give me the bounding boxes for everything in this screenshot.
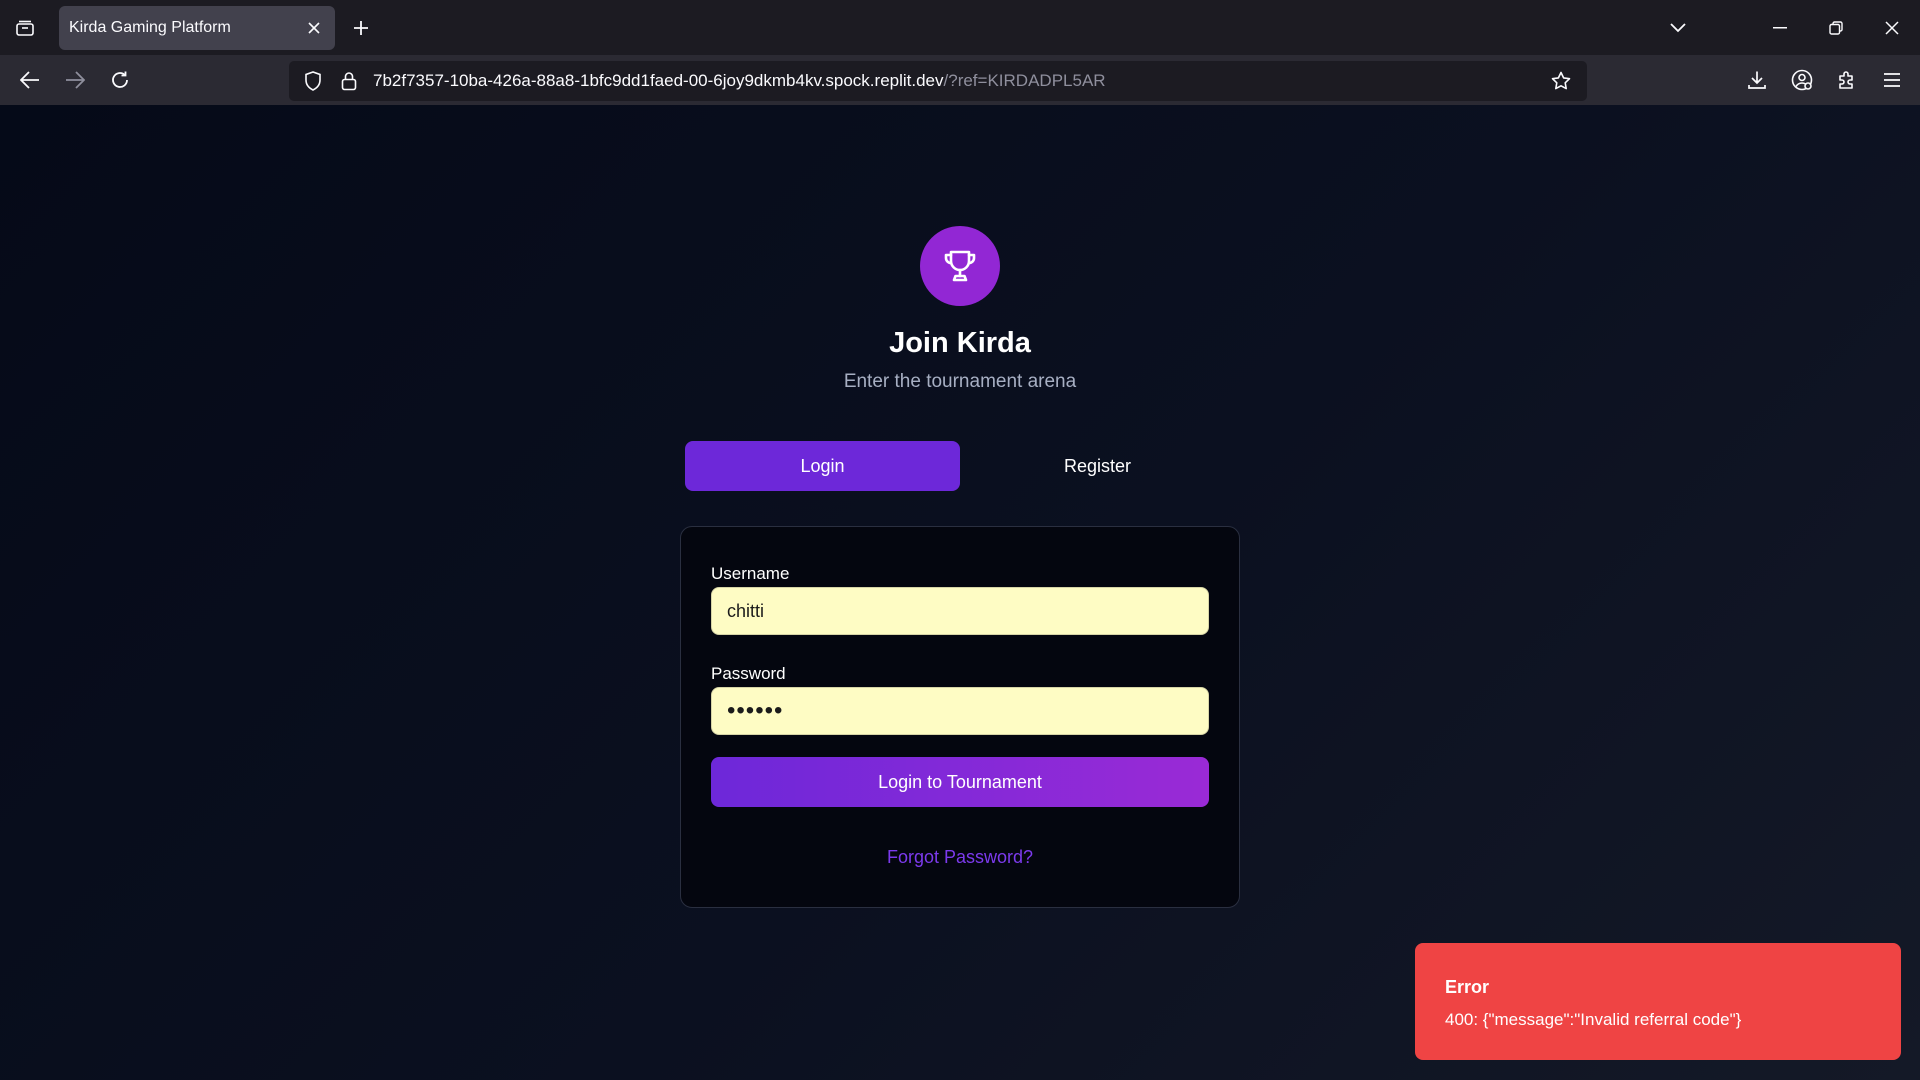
error-toast[interactable]: Error 400: {"message":"Invalid referral … xyxy=(1415,943,1901,1060)
toast-title: Error xyxy=(1445,977,1490,997)
reload-icon xyxy=(110,70,130,90)
url-text[interactable]: 7b2f7357-10ba-426a-88a8-1bfc9dd1faed-00-… xyxy=(373,71,1547,91)
back-button[interactable] xyxy=(11,61,49,99)
logo-badge xyxy=(920,226,1000,306)
arrow-left-icon xyxy=(20,71,40,89)
page-subtitle: Enter the tournament arena xyxy=(843,371,1077,392)
minimize-button[interactable] xyxy=(1752,0,1808,55)
tab-title: Kirda Gaming Platform xyxy=(69,19,231,36)
tab-close-button[interactable] xyxy=(303,17,325,39)
puzzle-icon xyxy=(1837,70,1857,90)
username-input[interactable] xyxy=(711,587,1209,635)
password-input[interactable] xyxy=(711,687,1209,735)
bookmark-button[interactable] xyxy=(1547,67,1575,95)
auth-tabs: Login Register xyxy=(685,441,1235,491)
close-window-button[interactable] xyxy=(1864,0,1920,55)
tab-register[interactable]: Register xyxy=(960,441,1235,491)
browser-nav-bar: 7b2f7357-10ba-426a-88a8-1bfc9dd1faed-00-… xyxy=(0,55,1920,105)
username-label: Username xyxy=(711,564,790,583)
restore-button[interactable] xyxy=(1808,0,1864,55)
toast-message: 400: {"message":"Invalid referral code"} xyxy=(1445,1010,1742,1029)
extensions-button[interactable] xyxy=(1824,55,1869,105)
close-icon xyxy=(308,22,320,34)
lock-icon[interactable] xyxy=(337,69,361,93)
reload-button[interactable] xyxy=(101,61,139,99)
trophy-icon xyxy=(941,247,979,285)
account-button[interactable] xyxy=(1779,55,1824,105)
browser-tab-active[interactable]: Kirda Gaming Platform xyxy=(59,6,335,50)
star-icon xyxy=(1551,71,1571,91)
arrow-right-icon xyxy=(65,71,85,89)
password-label: Password xyxy=(711,664,786,683)
page-content: Join Kirda Enter the tournament arena Lo… xyxy=(0,105,1920,1080)
tab-list-button[interactable] xyxy=(8,12,42,44)
account-icon xyxy=(1791,69,1813,91)
restore-icon xyxy=(1829,20,1843,35)
tab-list-icon xyxy=(15,18,35,38)
downloads-button[interactable] xyxy=(1734,55,1779,105)
download-icon xyxy=(1747,70,1767,90)
browser-tab-bar: Kirda Gaming Platform xyxy=(0,0,1920,55)
address-bar[interactable]: 7b2f7357-10ba-426a-88a8-1bfc9dd1faed-00-… xyxy=(289,61,1587,101)
page-title: Join Kirda xyxy=(889,327,1031,359)
list-all-tabs-button[interactable] xyxy=(1650,0,1706,55)
login-submit-button[interactable]: Login to Tournament xyxy=(711,757,1209,807)
forgot-password-link[interactable]: Forgot Password? xyxy=(711,847,1209,868)
app-menu-button[interactable] xyxy=(1869,55,1914,105)
url-query: /?ref=KIRDADPL5AR xyxy=(943,71,1106,90)
new-tab-button[interactable] xyxy=(344,12,378,44)
login-card: Username Password Login to Tournament Fo… xyxy=(680,526,1240,908)
forward-button[interactable] xyxy=(56,61,94,99)
shield-icon[interactable] xyxy=(301,69,325,93)
chevron-down-icon xyxy=(1670,22,1686,33)
hamburger-icon xyxy=(1883,72,1901,88)
close-icon xyxy=(1885,20,1899,35)
tab-login[interactable]: Login xyxy=(685,441,960,491)
url-host: 7b2f7357-10ba-426a-88a8-1bfc9dd1faed-00-… xyxy=(373,71,944,90)
minimize-icon xyxy=(1773,26,1787,29)
plus-icon xyxy=(353,20,369,36)
